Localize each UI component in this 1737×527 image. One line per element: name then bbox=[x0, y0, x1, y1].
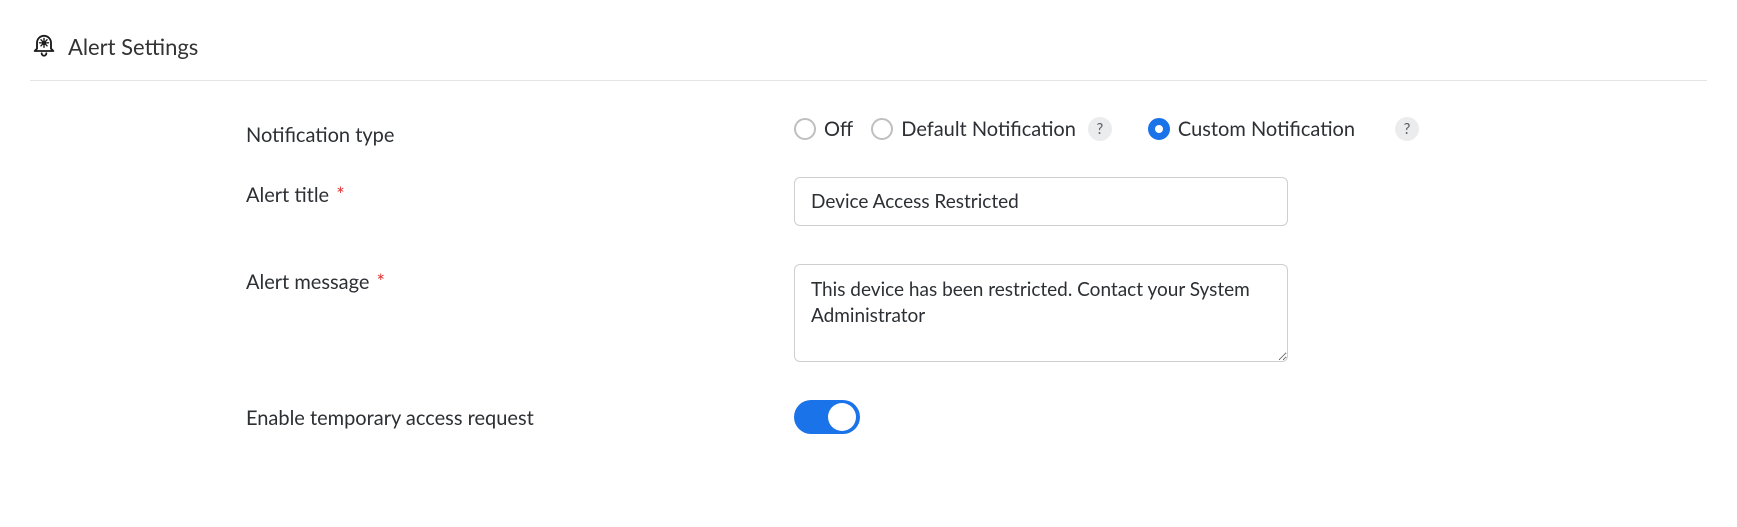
toggle-knob-icon bbox=[828, 403, 856, 431]
required-mark-icon: * bbox=[371, 270, 385, 294]
help-icon[interactable]: ? bbox=[1395, 117, 1419, 141]
alert-title-input[interactable] bbox=[794, 177, 1288, 226]
radio-group-notification-type: Off Default Notification ? Custom Notifi… bbox=[794, 117, 1707, 141]
radio-icon bbox=[1148, 118, 1170, 140]
radio-option-off[interactable]: Off bbox=[794, 117, 853, 141]
alert-message-input[interactable] bbox=[794, 264, 1288, 362]
enable-temp-access-toggle[interactable] bbox=[794, 400, 860, 434]
radio-label-default: Default Notification bbox=[901, 117, 1076, 141]
label-enable-temp-access: Enable temporary access request bbox=[246, 400, 794, 430]
radio-icon bbox=[794, 118, 816, 140]
label-notification-type: Notification type bbox=[246, 117, 794, 147]
radio-icon bbox=[871, 118, 893, 140]
page-title: Alert Settings bbox=[68, 33, 198, 60]
radio-option-default[interactable]: Default Notification bbox=[871, 117, 1076, 141]
label-alert-title: Alert title * bbox=[246, 177, 794, 207]
row-alert-message: Alert message * bbox=[246, 264, 1707, 362]
help-icon[interactable]: ? bbox=[1088, 117, 1112, 141]
radio-option-custom[interactable]: Custom Notification bbox=[1148, 117, 1355, 141]
label-alert-message-text: Alert message bbox=[246, 270, 369, 294]
radio-label-custom: Custom Notification bbox=[1178, 117, 1355, 141]
row-alert-title: Alert title * bbox=[246, 177, 1707, 226]
row-notification-type: Notification type Off Default Notificati… bbox=[246, 117, 1707, 147]
row-enable-temp-access: Enable temporary access request bbox=[246, 400, 1707, 434]
label-alert-message: Alert message * bbox=[246, 264, 794, 294]
label-alert-title-text: Alert title bbox=[246, 183, 329, 207]
radio-label-off: Off bbox=[824, 117, 853, 141]
alert-settings-header: Alert Settings bbox=[30, 30, 1707, 81]
required-mark-icon: * bbox=[331, 183, 345, 207]
bell-gear-icon bbox=[30, 30, 58, 62]
